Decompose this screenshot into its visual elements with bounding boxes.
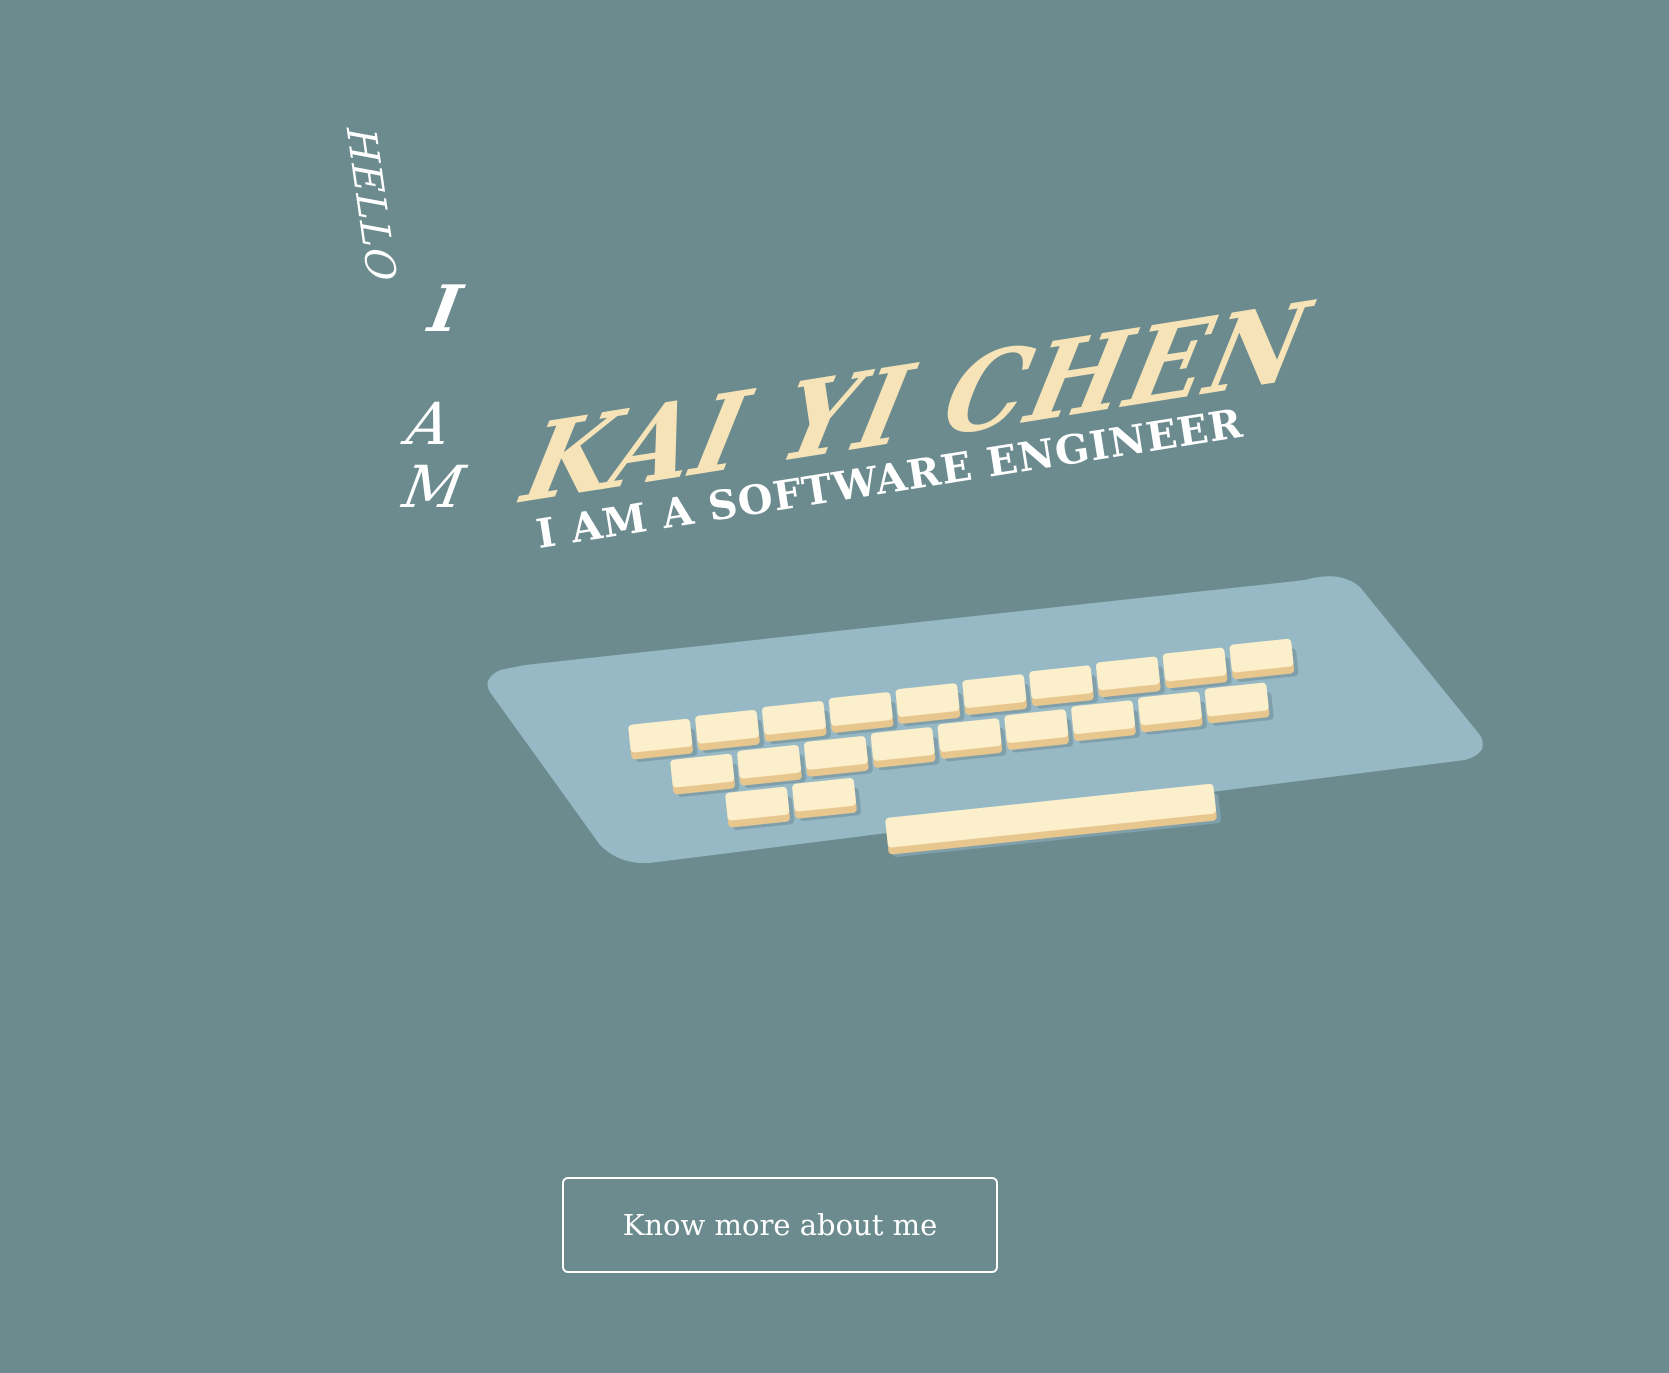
key-2-0 — [725, 786, 795, 830]
key-0-0 — [628, 718, 698, 762]
key-0-5 — [962, 674, 1032, 718]
keyboard-illustration — [487, 576, 1483, 864]
key-0-7 — [1095, 656, 1165, 700]
key-0-9 — [1229, 638, 1299, 682]
key-1-7 — [1137, 691, 1207, 735]
key-1-8 — [1204, 682, 1274, 726]
key-0-8 — [1162, 647, 1232, 691]
key-1-4 — [937, 718, 1007, 762]
key-2-1 — [792, 778, 862, 822]
key-1-6 — [1071, 700, 1141, 744]
key-0-2 — [761, 701, 831, 745]
letter-m: M — [398, 453, 470, 521]
hello-text: HELLO — [336, 128, 405, 282]
key-0-1 — [695, 710, 765, 754]
key-1-1 — [737, 745, 807, 789]
letter-a: A — [402, 390, 456, 458]
key-1-2 — [803, 736, 873, 780]
key-1-0 — [670, 753, 740, 797]
key-1-5 — [1004, 709, 1074, 753]
key-0-6 — [1029, 665, 1099, 709]
key-0-3 — [828, 692, 898, 736]
hero-section: HELLO I A M KAI YI CHEN I AM A SOFTWARE … — [0, 0, 1669, 1373]
letter-i: I — [423, 272, 467, 347]
key-0-4 — [895, 683, 965, 727]
know-more-button[interactable]: Know more about me — [562, 1177, 998, 1273]
key-1-3 — [870, 727, 940, 771]
